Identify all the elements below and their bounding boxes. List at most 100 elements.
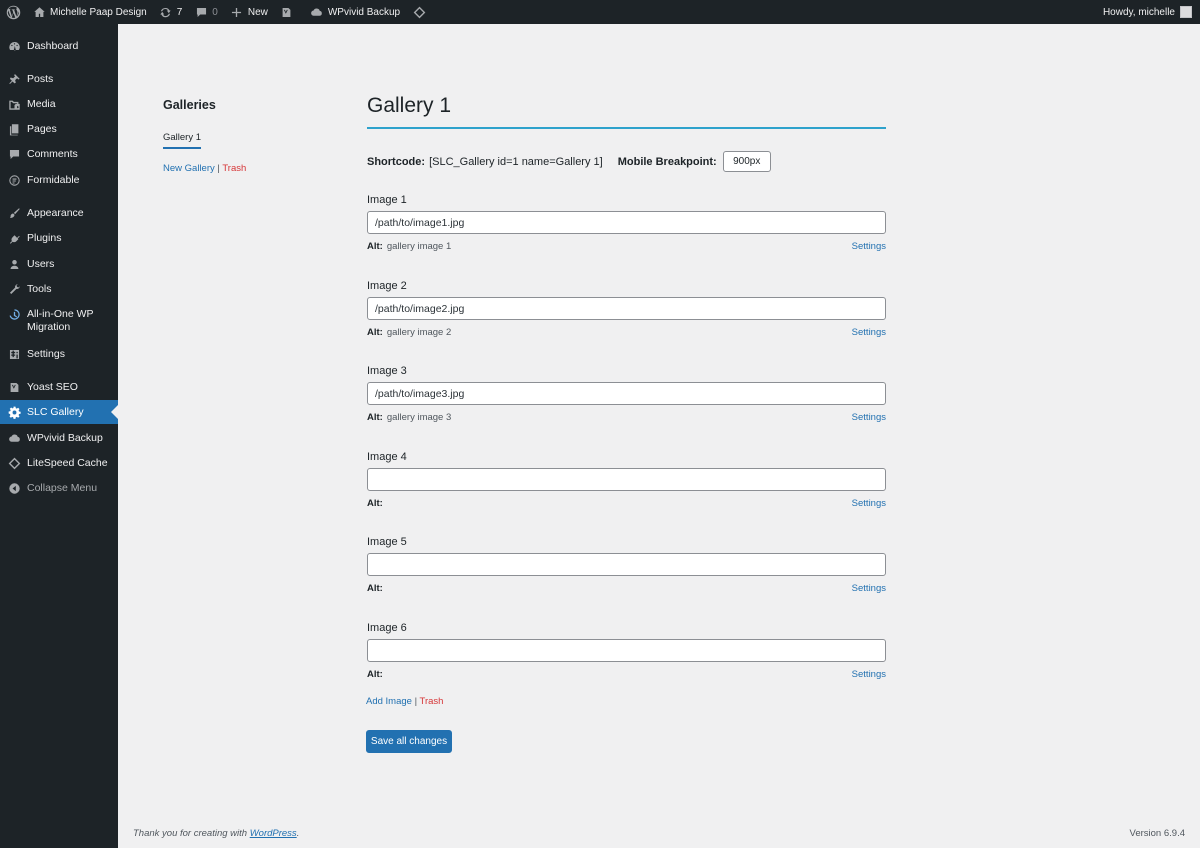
image-path-input[interactable]	[367, 297, 886, 320]
save-all-changes-button[interactable]: Save all changes	[366, 730, 452, 753]
yoast-menu[interactable]	[274, 0, 304, 24]
sidebar-item-formidable[interactable]: Formidable	[0, 168, 118, 192]
image-field-3: Image 3 Alt: gallery image 3 Settings	[367, 365, 886, 423]
image-field-4: Image 4 Alt: Settings	[367, 451, 886, 509]
admin-sidebar: Dashboard Posts Media Pages Comments For…	[0, 24, 118, 848]
mobile-breakpoint-input[interactable]	[722, 151, 771, 172]
sidebar-item-media[interactable]: Media	[0, 92, 118, 116]
sidebar-item-label: Posts	[27, 73, 54, 85]
sidebar-item-yoast-seo[interactable]: Yoast SEO	[0, 375, 118, 399]
new-label: New	[247, 6, 268, 18]
wordpress-logo-menu[interactable]	[0, 0, 26, 24]
formidable-icon	[7, 173, 21, 187]
yoast-icon	[280, 5, 294, 19]
image-field-1: Image 1 Alt: gallery image 1 Settings	[367, 194, 886, 252]
site-name-menu[interactable]: Michelle Paap Design	[26, 0, 153, 24]
image-path-input[interactable]	[367, 211, 886, 234]
collapse-icon	[7, 481, 21, 495]
alt-value: gallery image 2	[386, 327, 452, 338]
trash-image-link[interactable]: Trash	[420, 696, 444, 707]
refresh-icon	[159, 5, 173, 19]
comments-menu[interactable]: 0	[188, 0, 224, 24]
sidebar-item-plugins[interactable]: Plugins	[0, 226, 118, 250]
new-content-menu[interactable]: New	[224, 0, 274, 24]
image-label: Image 5	[367, 536, 407, 548]
gallery-actions: New Gallery | Trash	[163, 163, 246, 174]
image-settings-link[interactable]: Settings	[852, 498, 886, 509]
image-settings-link[interactable]: Settings	[852, 412, 886, 423]
title-divider	[367, 127, 886, 129]
sidebar-collapse-menu[interactable]: Collapse Menu	[0, 476, 118, 500]
sidebar-item-label: Collapse Menu	[27, 482, 98, 494]
image-path-input[interactable]	[367, 468, 886, 491]
plus-icon	[230, 5, 244, 19]
galleries-heading: Galleries	[163, 98, 216, 112]
add-image-link[interactable]: Add Image	[366, 696, 412, 707]
alt-row: Alt: Settings	[367, 669, 886, 680]
sidebar-item-settings[interactable]: Settings	[0, 342, 118, 366]
sidebar-item-label: WPvivid Backup	[27, 432, 103, 444]
footer-thanks: Thank you for creating with WordPress.	[133, 828, 299, 839]
brush-icon	[7, 206, 21, 220]
sidebar-item-all-in-one-wp-migration[interactable]: All-in-One WP Migration	[0, 305, 118, 337]
comments-count: 0	[212, 6, 218, 18]
image-settings-link[interactable]: Settings	[852, 241, 886, 252]
alt-label: Alt:	[367, 498, 383, 509]
sidebar-item-users[interactable]: Users	[0, 252, 118, 276]
admin-bar: Michelle Paap Design 7 0 New WPvivid Bac…	[0, 0, 1200, 24]
sidebar-item-wpvivid-backup[interactable]: WPvivid Backup	[0, 426, 118, 450]
litespeed-menu[interactable]	[406, 0, 436, 24]
footer-version: Version 6.9.4	[1129, 828, 1185, 839]
wordpress-link[interactable]: WordPress	[250, 828, 297, 839]
gear-icon	[7, 405, 21, 419]
wpvivid-menu[interactable]: WPvivid Backup	[304, 0, 406, 24]
new-gallery-link[interactable]: New Gallery	[163, 163, 215, 174]
sidebar-item-label: SLC Gallery	[27, 406, 84, 418]
sidebar-item-label: Comments	[27, 148, 78, 160]
image-path-input[interactable]	[367, 553, 886, 576]
sidebar-item-slc-gallery[interactable]: SLC Gallery	[0, 400, 118, 424]
sidebar-item-posts[interactable]: Posts	[0, 67, 118, 91]
sidebar-item-label: Settings	[27, 348, 65, 360]
page-title: Gallery 1	[367, 94, 452, 117]
pin-icon	[7, 72, 21, 86]
trash-gallery-link[interactable]: Trash	[222, 163, 246, 174]
link-separator: |	[414, 696, 418, 707]
alt-label: Alt:	[367, 412, 383, 423]
sidebar-item-dashboard[interactable]: Dashboard	[0, 34, 118, 58]
updates-menu[interactable]: 7	[153, 0, 189, 24]
updates-count: 7	[176, 6, 183, 18]
sidebar-item-label: Appearance	[27, 207, 84, 219]
cloud-icon	[7, 431, 21, 445]
image-path-input[interactable]	[367, 382, 886, 405]
image-field-2: Image 2 Alt: gallery image 2 Settings	[367, 280, 886, 338]
image-label: Image 2	[367, 280, 407, 292]
alt-row: Alt: Settings	[367, 498, 886, 509]
image-settings-link[interactable]: Settings	[852, 327, 886, 338]
diamond-icon	[7, 456, 21, 470]
image-settings-link[interactable]: Settings	[852, 669, 886, 680]
image-field-5: Image 5 Alt: Settings	[367, 536, 886, 594]
footer-thanks-prefix: Thank you for creating with	[133, 828, 250, 839]
wrench-icon	[7, 282, 21, 296]
sidebar-item-appearance[interactable]: Appearance	[0, 201, 118, 225]
image-path-input[interactable]	[367, 639, 886, 662]
gallery-list-item-current[interactable]: Gallery 1	[163, 132, 202, 149]
cloud-icon	[310, 5, 324, 19]
account-menu[interactable]: Howdy, michelle	[1097, 0, 1200, 24]
sidebar-item-label: Formidable	[27, 174, 80, 186]
sidebar-item-pages[interactable]: Pages	[0, 117, 118, 141]
sidebar-item-label: LiteSpeed Cache	[27, 457, 108, 469]
yoast-icon	[7, 380, 21, 394]
sidebar-item-label: Media	[27, 98, 56, 110]
wordpress-logo-icon	[6, 5, 20, 19]
shortcode-row: Shortcode: [SLC_Gallery id=1 name=Galler…	[367, 151, 771, 172]
sidebar-item-comments[interactable]: Comments	[0, 142, 118, 166]
sidebar-item-label: Plugins	[27, 232, 62, 244]
image-label: Image 3	[367, 365, 407, 377]
image-label: Image 4	[367, 451, 407, 463]
sidebar-item-litespeed-cache[interactable]: LiteSpeed Cache	[0, 451, 118, 475]
image-settings-link[interactable]: Settings	[852, 583, 886, 594]
sidebar-item-tools[interactable]: Tools	[0, 277, 118, 301]
media-icon	[7, 97, 21, 111]
